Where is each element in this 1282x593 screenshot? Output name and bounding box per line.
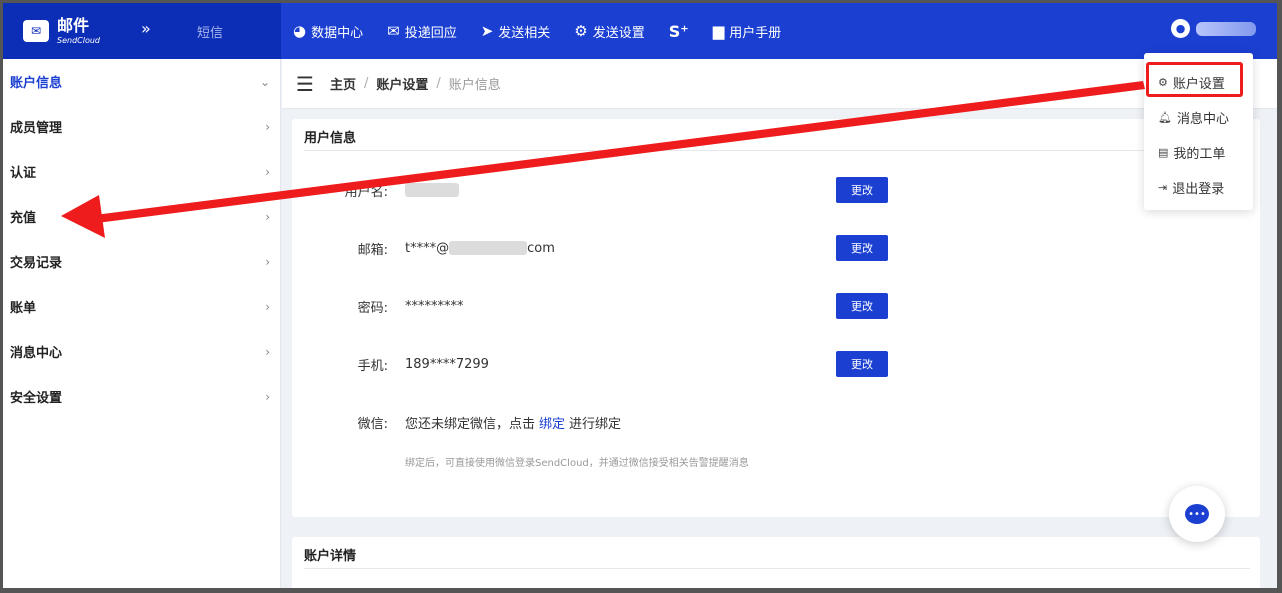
wechat-label: 微信: bbox=[357, 416, 388, 432]
breadcrumb-account-settings[interactable]: 账户设置 bbox=[376, 74, 428, 93]
sidebar-item-account-info[interactable]: 账户信息 ⌄ bbox=[3, 59, 280, 104]
password-value: ********* bbox=[405, 298, 464, 314]
user-menu-trigger[interactable]: ● bbox=[1171, 19, 1256, 38]
email-redacted bbox=[449, 241, 528, 255]
phone-label: 手机: bbox=[357, 358, 388, 374]
s-plus-icon[interactable]: S⁺ bbox=[669, 22, 689, 41]
brand-area: ✉ 邮件 SendCloud » 短信 bbox=[3, 3, 281, 59]
chevron-right-icon: › bbox=[265, 209, 270, 224]
dropdown-item-my-tickets[interactable]: ▤ 我的工单 bbox=[1144, 135, 1253, 170]
phone-value: 189****7299 bbox=[405, 356, 489, 372]
chevron-right-icon: › bbox=[265, 389, 270, 404]
nav-send-settings[interactable]: ⚙ 发送设置 bbox=[574, 22, 644, 41]
app-window: ✉ 邮件 SendCloud » 短信 ◕ 数据中心 ✉ 投递回应 ➤ 发送相关… bbox=[3, 3, 1277, 588]
password-label: 密码: bbox=[357, 300, 388, 316]
paper-plane-icon: ➤ bbox=[480, 22, 494, 40]
username-value bbox=[405, 183, 459, 197]
email-value: t****@ com bbox=[405, 240, 555, 256]
phone-row: 手机: 189****7299 更改 bbox=[292, 349, 1260, 379]
gear-icon: ⚙ bbox=[574, 22, 588, 40]
account-detail-card: 账户详情 bbox=[292, 537, 1260, 588]
nav-sending[interactable]: ➤ 发送相关 bbox=[481, 22, 551, 41]
folder-icon: ▆ bbox=[712, 22, 725, 40]
chevron-right-icon: › bbox=[265, 254, 270, 269]
change-username-button[interactable]: 更改 bbox=[836, 177, 888, 203]
chevron-right-icon: › bbox=[265, 164, 270, 179]
nav-user-manual[interactable]: ▆ 用户手册 bbox=[713, 22, 782, 41]
chevron-down-icon: ⌄ bbox=[259, 74, 270, 89]
breadcrumb-home[interactable]: 主页 bbox=[330, 74, 356, 93]
email-label: 邮箱: bbox=[357, 242, 388, 258]
username-redacted bbox=[1196, 21, 1256, 36]
change-email-button[interactable]: 更改 bbox=[836, 235, 888, 261]
sidebar-item-recharge[interactable]: 充值 › bbox=[3, 194, 280, 239]
change-phone-button[interactable]: 更改 bbox=[836, 351, 888, 377]
username-redacted bbox=[405, 183, 459, 197]
nav-delivery-response[interactable]: ✉ 投递回应 bbox=[387, 22, 457, 41]
sidebar-item-members[interactable]: 成员管理 › bbox=[3, 104, 280, 149]
account-detail-title: 账户详情 bbox=[304, 537, 1250, 569]
document-icon: ▤ bbox=[1158, 146, 1169, 159]
sidebar-item-verification[interactable]: 认证 › bbox=[3, 149, 280, 194]
sidebar: 账户信息 ⌄ 成员管理 › 认证 › 充值 › 交易记录 › 账单 › 消息中心… bbox=[3, 59, 281, 588]
user-info-card: 用户信息 用户名: 更改 邮箱: t****@ com 更改 密码: *****… bbox=[292, 119, 1260, 517]
pie-chart-icon: ◕ bbox=[293, 22, 307, 40]
mail-logo-icon: ✉ bbox=[23, 20, 49, 42]
chat-support-button[interactable]: ••• bbox=[1169, 486, 1225, 542]
dropdown-item-message-center[interactable]: 🔔︎ 消息中心 bbox=[1144, 100, 1253, 135]
sms-switch-link[interactable]: 短信 bbox=[197, 22, 223, 41]
sidebar-item-bills[interactable]: 账单 › bbox=[3, 284, 280, 329]
sidebar-item-security[interactable]: 安全设置 › bbox=[3, 374, 280, 419]
breadcrumb: ☰ 主页 / 账户设置 / 账户信息 bbox=[282, 59, 1277, 109]
main-nav: ◕ 数据中心 ✉ 投递回应 ➤ 发送相关 ⚙ 发送设置 S⁺ ▆ 用户手册 bbox=[293, 22, 805, 41]
sidebar-item-transactions[interactable]: 交易记录 › bbox=[3, 239, 280, 284]
bind-wechat-link[interactable]: 绑定 bbox=[539, 413, 565, 432]
wechat-row: 微信: 您还未绑定微信，点击 绑定 进行绑定 bbox=[292, 407, 1260, 437]
hamburger-menu-icon[interactable]: ☰ bbox=[296, 72, 314, 96]
chat-bubble-icon: ••• bbox=[1185, 504, 1209, 524]
dropdown-item-logout[interactable]: ⇥ 退出登录 bbox=[1144, 170, 1253, 205]
brand-subtitle: SendCloud bbox=[57, 35, 100, 45]
top-bar: ✉ 邮件 SendCloud » 短信 ◕ 数据中心 ✉ 投递回应 ➤ 发送相关… bbox=[3, 3, 1277, 59]
change-password-button[interactable]: 更改 bbox=[836, 293, 888, 319]
logout-icon: ⇥ bbox=[1158, 181, 1168, 194]
user-info-title: 用户信息 bbox=[304, 119, 1250, 151]
password-row: 密码: ********* 更改 bbox=[292, 291, 1260, 321]
sidebar-toggle-icon[interactable]: » bbox=[141, 19, 151, 38]
username-row: 用户名: 更改 bbox=[292, 175, 1260, 205]
chevron-right-icon: › bbox=[265, 299, 270, 314]
wechat-note: 绑定后，可直接使用微信登录SendCloud，并通过微信接受相关告警提醒消息 bbox=[405, 458, 749, 469]
email-row: 邮箱: t****@ com 更改 bbox=[292, 233, 1260, 263]
breadcrumb-separator: / bbox=[436, 76, 441, 91]
user-avatar-icon: ● bbox=[1171, 19, 1190, 38]
chevron-right-icon: › bbox=[265, 119, 270, 134]
wechat-value: 您还未绑定微信，点击 绑定 进行绑定 bbox=[405, 413, 621, 432]
breadcrumb-separator: / bbox=[363, 76, 369, 91]
username-label: 用户名: bbox=[344, 184, 388, 200]
bell-icon: 🔔︎ bbox=[1158, 111, 1172, 124]
breadcrumb-current: 账户信息 bbox=[448, 78, 501, 93]
brand-title: 邮件 bbox=[57, 15, 90, 35]
sidebar-item-messages[interactable]: 消息中心 › bbox=[3, 329, 280, 374]
mail-open-icon: ✉ bbox=[387, 22, 400, 40]
chevron-right-icon: › bbox=[265, 344, 270, 359]
annotation-highlight-box bbox=[1146, 62, 1243, 97]
nav-data-center[interactable]: ◕ 数据中心 bbox=[293, 22, 363, 41]
